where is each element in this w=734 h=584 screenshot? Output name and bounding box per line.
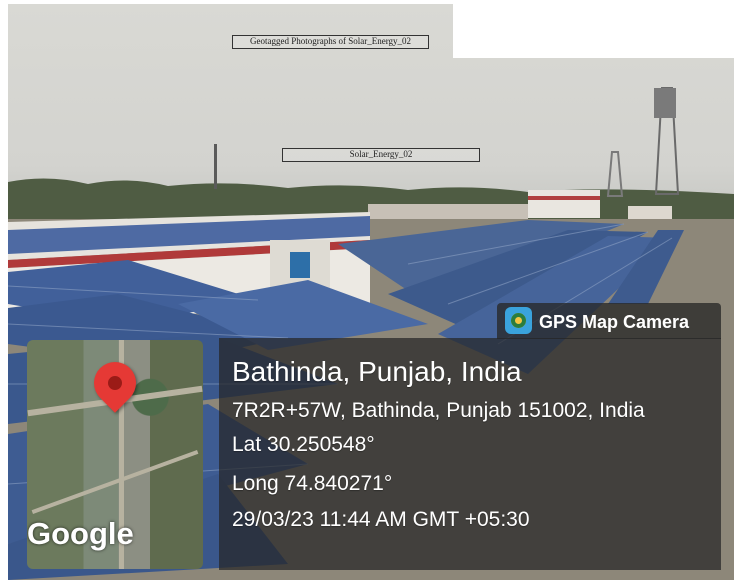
map-road: [31, 450, 199, 514]
google-watermark: Google: [27, 516, 134, 551]
gps-brand-bar: GPS Map Camera: [497, 303, 721, 339]
location-datetime: 29/03/23 11:44 AM GMT +05:30: [232, 508, 530, 531]
location-longitude: Long 74.840271°: [232, 472, 393, 495]
gps-brand-label: GPS Map Camera: [539, 312, 690, 332]
gps-map-camera-icon: [505, 307, 532, 334]
photo-label-caption: Solar_Energy_02: [282, 148, 480, 162]
tower-antennas: [654, 88, 676, 118]
blue-door: [290, 252, 310, 278]
location-address: 7R2R+57W, Bathinda, Punjab 151002, India: [232, 399, 645, 422]
map-thumbnail: Google: [27, 340, 203, 569]
building-stripe: [528, 196, 600, 200]
blank-header-box: [453, 0, 734, 58]
location-latitude: Lat 30.250548°: [232, 433, 375, 456]
photo-title-caption: Geotagged Photographs of Solar_Energy_02: [232, 35, 429, 49]
location-city: Bathinda, Punjab, India: [232, 356, 522, 387]
distant-tower: [214, 144, 217, 189]
background-building: [528, 190, 600, 218]
small-tower: [606, 151, 624, 197]
